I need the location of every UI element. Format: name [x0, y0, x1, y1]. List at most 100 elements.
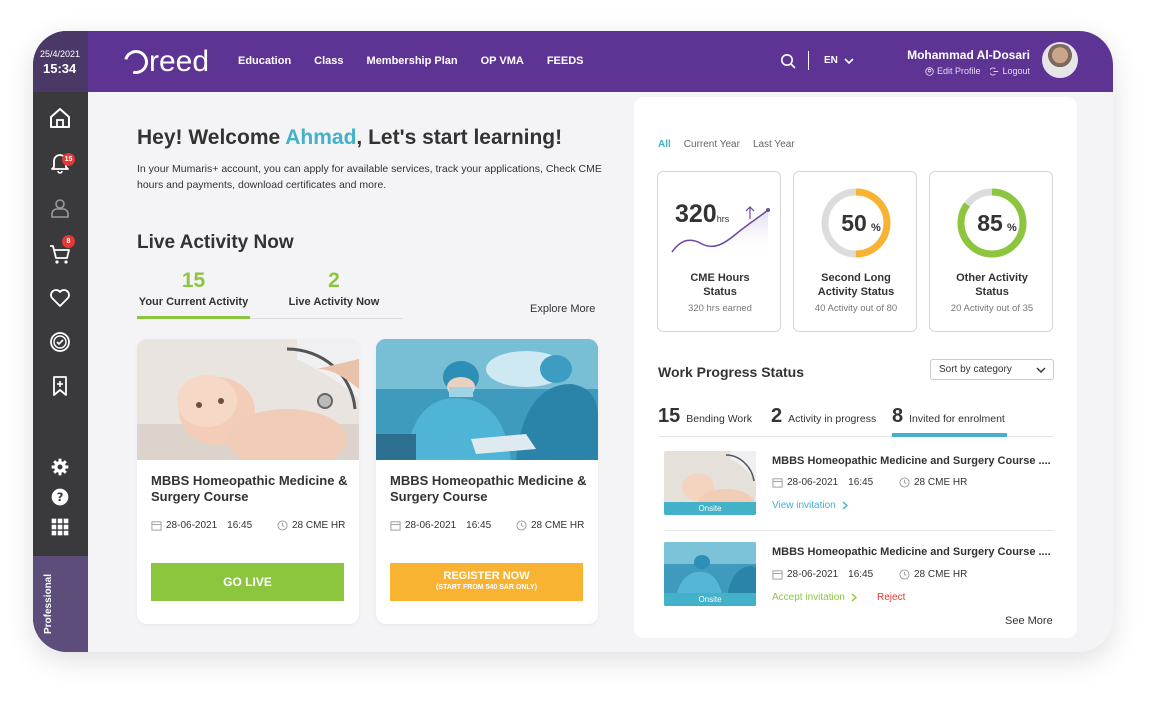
gear-icon[interactable]	[50, 457, 70, 477]
nav-op-vma[interactable]: OP VMA	[481, 55, 524, 67]
cme-hours-card[interactable]: 320hrs CME Hours Status 320 hrs earned	[657, 171, 781, 332]
clock-icon	[516, 520, 527, 531]
view-invitation-link[interactable]: View invitation	[772, 500, 848, 511]
list-item-title[interactable]: MBBS Homeopathic Medicine and Surgery Co…	[772, 546, 1051, 558]
tab-activity-in-progress[interactable]: 2 Activity in progress	[771, 405, 876, 428]
chevron-down-icon	[1036, 367, 1046, 373]
logo-ring-icon	[119, 45, 153, 79]
cme-hours-title-line2: Status	[703, 286, 737, 298]
see-more-link[interactable]: See More	[1005, 615, 1053, 627]
go-live-button[interactable]: GO LIVE	[151, 563, 344, 601]
list-divider	[664, 530, 1054, 531]
period-filter: All Current Year Last Year	[658, 139, 795, 150]
main-nav: Education Class Membership Plan OP VMA F…	[238, 55, 607, 67]
chevron-down-icon	[844, 57, 854, 64]
baby-checkup-image	[137, 339, 359, 469]
user-links: Edit Profile Logout	[925, 66, 1030, 76]
clock-date: 25/4/2021	[40, 49, 81, 59]
list-item-time-value: 16:45	[848, 569, 874, 580]
percent-value: 85	[977, 210, 1003, 236]
professional-mode-tab[interactable]: Professional	[33, 556, 88, 652]
nav-feeds[interactable]: FEEDS	[547, 55, 584, 67]
bookmark-add-icon[interactable]	[48, 374, 72, 398]
course-title: MBBS Homeopathic Medicine & Surgery Cour…	[390, 473, 587, 504]
doctor-icon[interactable]	[48, 196, 72, 220]
list-item-cme: 28 CME HR	[899, 477, 967, 488]
register-now-label: REGISTER NOW	[443, 570, 530, 582]
stat-live-activity[interactable]: 2 Live Activity Now	[283, 269, 385, 308]
course-card[interactable]: MBBS Homeopathic Medicine & Surgery Cour…	[137, 339, 359, 624]
grid-icon[interactable]	[50, 517, 70, 537]
onsite-tag: Onsite	[664, 502, 756, 515]
sidebar: 15 8 ? Professional	[33, 92, 88, 652]
cme-hours-title-line1: CME Hours	[690, 272, 750, 284]
welcome-heading: Hey! Welcome Ahmad, Let's start learning…	[137, 126, 562, 150]
cme-hours-sub: 320 hrs earned	[688, 303, 752, 314]
stat-live-activity-label: Live Activity Now	[288, 296, 380, 308]
reject-link[interactable]: Reject	[877, 592, 905, 603]
work-progress-title: Work Progress Status	[658, 364, 805, 380]
heart-icon[interactable]	[48, 286, 72, 310]
other-activity-card[interactable]: 85 % Other Activity Status 20 Activity ou…	[929, 171, 1053, 332]
other-activity-title-line1: Other Activity	[956, 272, 1028, 284]
course-card[interactable]: MBBS Homeopathic Medicine & Surgery Cour…	[376, 339, 598, 624]
course-date: 28-06-2021 16:45	[390, 520, 491, 531]
tab-invited-for-enrolment[interactable]: 8 Invited for enrolment	[892, 405, 1005, 428]
help-icon[interactable]: ?	[50, 487, 70, 507]
nav-class[interactable]: Class	[314, 55, 343, 67]
other-activity-title: Other Activity Status	[930, 271, 1054, 299]
cart-badge: 8	[62, 235, 75, 248]
stat-live-activity-value: 2	[328, 269, 340, 292]
calendar-icon	[390, 521, 401, 531]
sort-dropdown[interactable]: Sort by category	[930, 359, 1054, 380]
svg-text:?: ?	[57, 490, 64, 504]
nav-education[interactable]: Education	[238, 55, 291, 67]
logout-label: Logout	[1002, 66, 1030, 76]
cme-hours-title: CME Hours Status	[658, 271, 782, 299]
badge-check-icon[interactable]	[48, 330, 72, 354]
language-selector[interactable]: EN	[824, 55, 854, 66]
percent-value: 50	[841, 210, 867, 236]
register-now-button[interactable]: REGISTER NOW (START FROM 540 SAR ONLY)	[390, 563, 583, 601]
tab-count: 8	[892, 405, 904, 427]
welcome-suffix: , Let's start learning!	[356, 126, 563, 149]
second-long-activity-card[interactable]: 50 % Second Long Activity Status 40 Activ…	[793, 171, 917, 332]
filter-current-year[interactable]: Current Year	[684, 139, 740, 150]
edit-profile-link[interactable]: Edit Profile	[925, 66, 981, 76]
brand-logo[interactable]: reed	[119, 45, 209, 79]
filter-last-year[interactable]: Last Year	[753, 139, 795, 150]
list-item-thumbnail[interactable]: Onsite	[664, 451, 756, 515]
second-long-title-line2: Activity Status	[817, 286, 895, 298]
logout-icon	[990, 66, 999, 76]
calendar-icon	[151, 521, 162, 531]
list-item-title[interactable]: MBBS Homeopathic Medicine and Surgery Co…	[772, 455, 1051, 467]
second-long-sub: 40 Activity out of 80	[814, 303, 898, 314]
header-divider	[808, 51, 809, 70]
accept-invitation-link[interactable]: Accept invitation	[772, 592, 857, 603]
avatar[interactable]	[1042, 42, 1078, 78]
list-item-thumbnail[interactable]: Onsite	[664, 542, 756, 606]
language-label: EN	[824, 55, 838, 66]
filter-all[interactable]: All	[658, 139, 671, 150]
list-item-cme: 28 CME HR	[899, 569, 967, 580]
edit-profile-label: Edit Profile	[936, 66, 981, 76]
tab-bending-work[interactable]: 15 Bending Work	[658, 405, 752, 428]
welcome-intro: In your Mumaris+ account, you can apply …	[137, 163, 602, 191]
second-long-title-line1: Second Long	[821, 272, 891, 284]
stat-current-activity[interactable]: 15 Your Current Activity	[137, 269, 250, 308]
clock-icon	[899, 569, 910, 580]
home-icon[interactable]	[48, 106, 72, 130]
search-icon[interactable]	[780, 53, 796, 69]
nav-membership-plan[interactable]: Membership Plan	[367, 55, 458, 67]
app-frame: 25/4/2021 15:34 reed Education Class Mem…	[33, 31, 1113, 652]
course-time-value: 16:45	[466, 520, 492, 531]
course-time-value: 16:45	[227, 520, 253, 531]
register-now-sublabel: (START FROM 540 SAR ONLY)	[435, 584, 538, 591]
trend-line-graphic	[671, 206, 770, 256]
explore-more-link[interactable]: Explore More	[530, 303, 595, 315]
welcome-name: Ahmad	[285, 126, 357, 149]
logout-link[interactable]: Logout	[990, 66, 1030, 76]
sort-dropdown-value: Sort by category	[939, 364, 1012, 375]
clock-time: 15:34	[43, 61, 77, 76]
course-cme-value: 28 CME HR	[531, 520, 585, 531]
